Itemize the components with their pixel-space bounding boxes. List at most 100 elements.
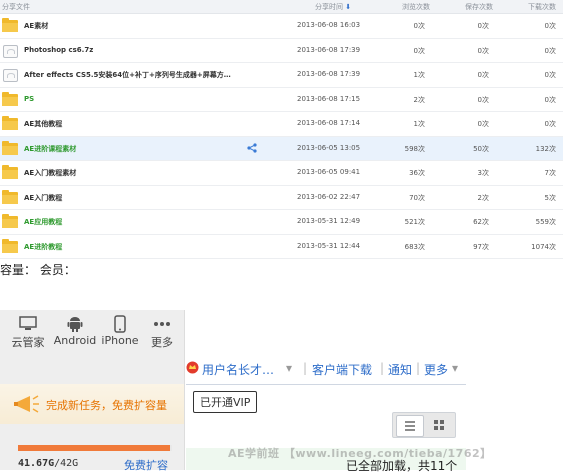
megaphone-icon [14, 393, 42, 417]
save-count: 0次 [477, 46, 489, 55]
table-row[interactable]: After effects CS5.5安装64位+补丁+序列号生成器+屏幕方… 2… [0, 63, 563, 88]
file-name-link[interactable]: After effects CS5.5安装64位+补丁+序列号生成器+屏幕方… [24, 70, 231, 80]
notify-link[interactable]: 通知 [388, 361, 412, 378]
share-date: 2013-06-08 17:39 [297, 70, 361, 78]
download-count: 132次 [535, 144, 556, 153]
username-link[interactable]: 用户名长才… [202, 361, 274, 378]
header-time[interactable]: 分享时间 ⬇ [315, 2, 351, 12]
view-count: 0次 [413, 46, 425, 55]
more-link[interactable]: 更多 [424, 361, 448, 378]
view-count: 1次 [413, 71, 425, 79]
header-saves[interactable]: 保存次数 [465, 2, 493, 12]
download-count: 0次 [544, 95, 556, 104]
share-date: 2013-06-08 17:14 [297, 119, 361, 127]
share-date: 2013-06-02 22:47 [297, 192, 361, 201]
quota-text: 41.67G/42G [18, 458, 79, 469]
table-row[interactable]: AE入门教程素材 2013-06-05 09:41 36次 3次 7次 [0, 161, 563, 186]
view-count: 598次 [404, 144, 425, 153]
file-name-link[interactable]: AE素材 [24, 21, 48, 31]
device-more[interactable]: 更多 [140, 314, 184, 350]
save-count: 50次 [473, 144, 489, 153]
nav-separator: | [303, 361, 308, 375]
device-android[interactable]: Android [53, 314, 97, 347]
folder-icon [2, 238, 18, 253]
android-icon [53, 314, 97, 334]
folder-icon [2, 189, 18, 204]
file-icon [2, 67, 18, 82]
view-toggle [392, 412, 456, 438]
device-iphone[interactable]: iPhone [98, 314, 142, 347]
client-download-link[interactable]: 客户端下载 [312, 361, 372, 378]
save-count: 3次 [477, 169, 489, 177]
header-views[interactable]: 浏览次数 [402, 2, 430, 12]
file-name-link[interactable]: AE进阶教程 [24, 242, 62, 252]
download-count: 7次 [544, 169, 556, 177]
quota-bar-fill [18, 445, 171, 451]
view-count: 36次 [409, 169, 425, 177]
file-name-link[interactable]: PS [24, 95, 34, 103]
share-date: 2013-05-31 12:44 [297, 241, 361, 250]
table-row[interactable]: PS 2013-06-08 17:15 2次 0次 0次 [0, 88, 563, 112]
vip-crown-icon [186, 361, 199, 375]
nav-separator: | [380, 361, 385, 375]
more-dropdown-icon[interactable]: ▾ [452, 361, 458, 375]
list-view-button[interactable] [396, 415, 424, 437]
table-row[interactable]: Photoshop cs6.7z 2013-06-08 17:39 0次 0次 0次 [0, 39, 563, 63]
view-count: 1次 [413, 120, 425, 128]
capacity-caption: 容量： 会员： [0, 263, 76, 277]
download-count: 1074次 [531, 242, 556, 251]
sort-down-icon: ⬇ [345, 3, 352, 11]
download-count: 5次 [544, 193, 556, 202]
view-count: 521次 [404, 218, 425, 226]
device-label: 云管家 [11, 336, 45, 349]
table-row[interactable]: AE进阶课程素材 2013-06-05 13:05 598次 50次 132次 [0, 136, 563, 161]
file-name-link[interactable]: AE入门教程 [24, 193, 62, 203]
top-nav: 用户名长才… ▾ | 客户端下载 | 通知 | 更多 ▾ [186, 357, 466, 379]
table-row[interactable]: AE进阶教程 2013-05-31 12:44 683次 97次 1074次 [0, 235, 563, 259]
grid-view-button[interactable] [426, 415, 452, 435]
file-icon [2, 43, 18, 58]
share-date: 2013-06-08 17:39 [297, 45, 361, 54]
new-task-banner[interactable]: 完成新任务，免费扩容量 [0, 384, 184, 424]
folder-icon [2, 91, 18, 106]
list-icon [405, 421, 415, 431]
share-date: 2013-05-31 12:49 [297, 217, 361, 225]
header-name[interactable]: 分享文件 [2, 2, 30, 12]
table-row[interactable]: AE其他教程 2013-06-08 17:14 1次 0次 0次 [0, 112, 563, 137]
view-count: 0次 [413, 22, 425, 30]
view-count: 70次 [409, 193, 425, 202]
share-icon[interactable] [247, 142, 257, 153]
download-count: 559次 [535, 218, 556, 226]
table-row[interactable]: AE素材 2013-06-08 16:03 0次 0次 0次 [0, 14, 563, 39]
file-name-link[interactable]: Photoshop cs6.7z [24, 46, 93, 54]
device-label: iPhone [101, 334, 139, 347]
username-dropdown-icon[interactable]: ▾ [286, 361, 292, 375]
expand-capacity-link[interactable]: 免费扩容 [124, 457, 168, 473]
phone-icon [98, 314, 142, 334]
device-cloud[interactable]: 云管家 [6, 314, 50, 350]
nav-separator: | [416, 361, 421, 375]
folder-icon [2, 214, 18, 228]
table-row[interactable]: AE应用教程 2013-05-31 12:49 521次 62次 559次 [0, 210, 563, 235]
save-count: 0次 [477, 120, 489, 128]
header-downloads[interactable]: 下载次数 [528, 2, 556, 12]
save-count: 62次 [473, 218, 489, 226]
table-row[interactable]: AE入门教程 2013-06-02 22:47 70次 2次 5次 [0, 186, 563, 210]
save-count: 0次 [477, 22, 489, 30]
new-task-text: 完成新任务，免费扩容量 [46, 399, 167, 412]
file-name-link[interactable]: AE进阶课程素材 [24, 144, 76, 154]
file-name-link[interactable]: AE其他教程 [24, 119, 62, 129]
file-name-link[interactable]: AE入门教程素材 [24, 168, 76, 178]
download-count: 0次 [544, 46, 556, 55]
file-name-link[interactable]: AE应用教程 [24, 217, 62, 227]
view-count: 2次 [413, 95, 425, 104]
device-label: Android [53, 334, 97, 347]
share-table: 分享文件 分享时间 ⬇ 浏览次数 保存次数 下载次数 AE素材 2013-06-0… [0, 0, 563, 259]
folder-icon [2, 140, 18, 155]
loaded-status: 已全部加载，共11个 [346, 459, 458, 473]
share-date: 2013-06-08 17:15 [297, 94, 361, 103]
share-date: 2013-06-08 16:03 [297, 21, 361, 29]
save-count: 0次 [477, 71, 489, 79]
table-body: AE素材 2013-06-08 16:03 0次 0次 0次 Photoshop cs6.… [0, 14, 563, 259]
download-count: 0次 [544, 120, 556, 128]
